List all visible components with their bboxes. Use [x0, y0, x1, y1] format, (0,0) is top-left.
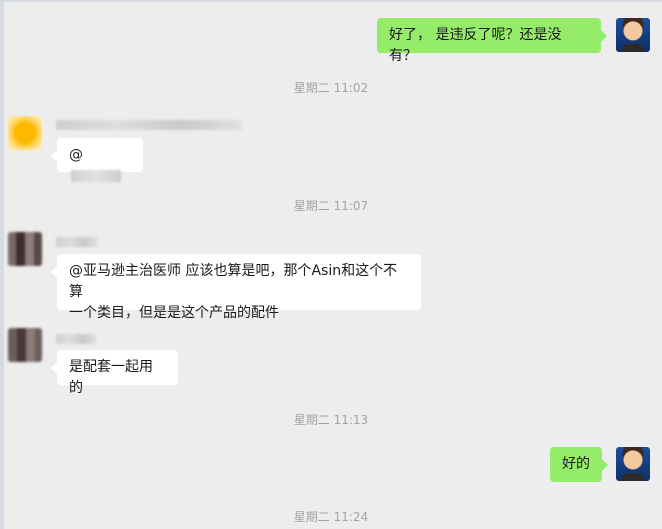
sender-name-blurred — [56, 237, 98, 247]
timestamp: 星期二 11:13 — [293, 413, 369, 427]
message-bubble-outgoing[interactable]: 好了， 是违反了呢？还是没有？ — [377, 18, 607, 64]
message-bubble-incoming[interactable]: @亚马逊主治医师 应该也算是吧，那个Asin和这个不算 一个类目，但是是这个产品… — [51, 254, 421, 321]
contact-avatar[interactable] — [8, 116, 42, 150]
message-bubble-outgoing[interactable]: 好的 — [550, 447, 608, 482]
timestamp: 星期二 11:07 — [293, 199, 369, 213]
message-text: 是配套一起用的 — [69, 359, 153, 396]
message-text-line: @亚马逊主治医师 应该也算是吧，那个Asin和这个不算 — [69, 263, 398, 300]
message-text: 好的 — [562, 456, 590, 472]
self-avatar[interactable] — [616, 447, 650, 481]
contact-avatar[interactable] — [8, 232, 42, 266]
timestamp: 星期二 11:24 — [293, 510, 369, 524]
message-bubble-incoming[interactable]: @ — [51, 138, 143, 182]
contact-avatar[interactable] — [8, 328, 42, 362]
message-text-line: 一个类目，但是是这个产品的配件 — [69, 305, 279, 321]
self-avatar[interactable] — [616, 18, 650, 52]
message-text: 好了， 是违反了呢？还是没有？ — [389, 27, 562, 64]
window-top-border — [0, 0, 662, 2]
message-text: @ — [69, 147, 83, 163]
sender-name-blurred — [56, 334, 96, 344]
mention-name-blurred — [71, 170, 121, 182]
timestamp: 星期二 11:02 — [293, 81, 369, 95]
sender-name-blurred — [56, 120, 242, 130]
message-bubble-incoming[interactable]: 是配套一起用的 — [51, 350, 178, 396]
